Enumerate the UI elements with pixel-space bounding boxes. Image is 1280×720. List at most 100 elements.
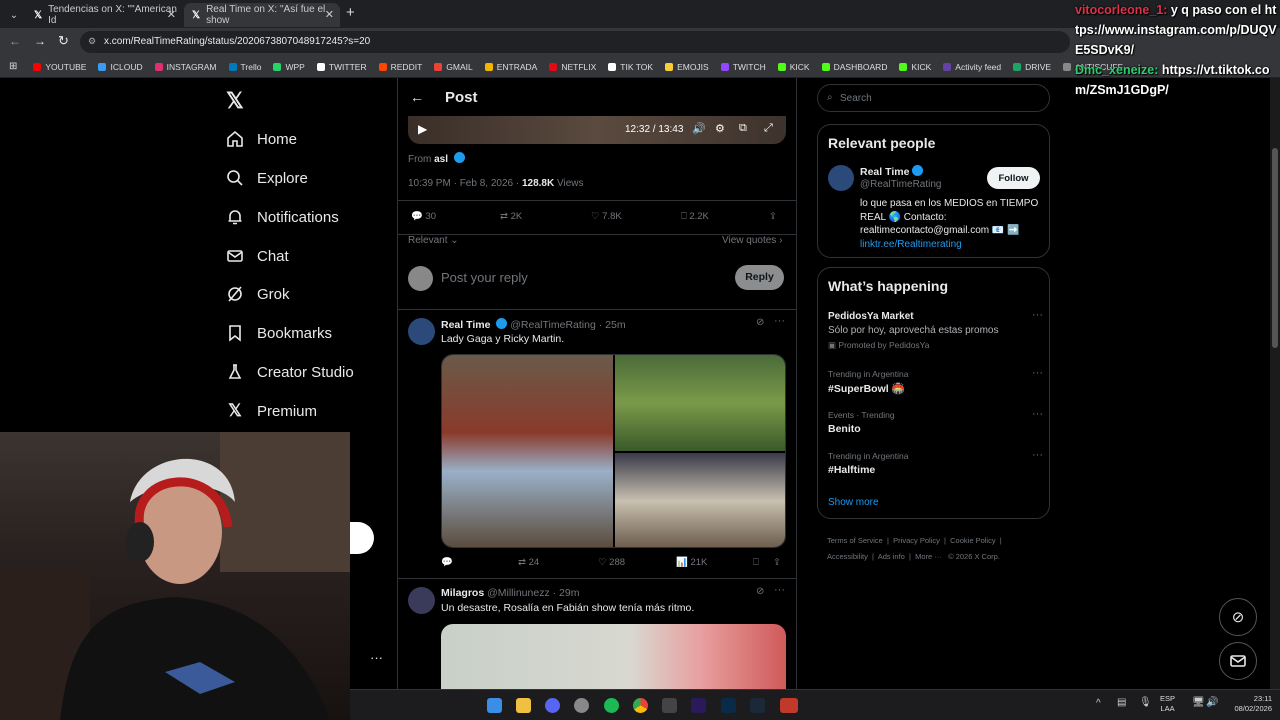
share-icon[interactable]: ⇪: [769, 211, 777, 222]
media-image[interactable]: [615, 453, 785, 547]
media-image[interactable]: [441, 624, 786, 690]
scroll-handle[interactable]: [350, 522, 374, 554]
show-more-link[interactable]: Show more: [828, 497, 879, 508]
nav-home[interactable]: Home: [226, 128, 297, 150]
reload-icon[interactable]: ↻: [58, 33, 69, 49]
nav-bookmarks[interactable]: Bookmarks: [226, 322, 332, 344]
bookmark-item[interactable]: TWITCH: [720, 62, 766, 72]
bookmark-item[interactable]: INSTAGRAM: [154, 62, 217, 72]
site-info-icon[interactable]: ⚙: [88, 36, 96, 47]
like-action[interactable]: ♡ 7.8K: [591, 211, 622, 222]
forward-icon[interactable]: →: [34, 34, 46, 48]
nav-premium[interactable]: 𝕏 Premium: [226, 400, 317, 422]
more-icon[interactable]: ···: [1032, 408, 1043, 420]
network-icon[interactable]: 🖥: [1192, 697, 1205, 708]
reply-button[interactable]: Reply: [735, 265, 784, 290]
browser-tab[interactable]: 𝕏 Tendencias on X: ""American Id ✕: [26, 3, 182, 27]
bookmark-item[interactable]: KICK: [899, 62, 931, 72]
bookmark-item[interactable]: EMOJIS: [665, 62, 709, 72]
language-indicator[interactable]: ESP LAA: [1160, 694, 1175, 714]
play-icon[interactable]: ▶: [418, 122, 427, 136]
scrollbar[interactable]: [1270, 78, 1280, 689]
bookmark-item[interactable]: KICK: [777, 62, 810, 72]
bookmark-item[interactable]: TIK TOK: [608, 62, 653, 72]
bookmark-action[interactable]: ⎕ 2.2K: [681, 211, 709, 222]
volume-icon[interactable]: 🔊: [1206, 697, 1218, 708]
file-explorer-icon[interactable]: [516, 698, 531, 713]
fullscreen-icon[interactable]: ⤢: [764, 122, 773, 135]
reply-input[interactable]: Post your reply: [441, 270, 528, 285]
sort-relevant[interactable]: Relevant ⌄: [408, 235, 459, 246]
grok-fab[interactable]: ⊘: [1219, 598, 1257, 636]
obs-icon[interactable]: [574, 698, 589, 713]
more-options-icon[interactable]: ···: [370, 650, 383, 665]
app-icon[interactable]: [780, 698, 798, 713]
more-icon[interactable]: ···: [1032, 367, 1043, 379]
repost-action[interactable]: ⇄ 2K: [500, 211, 522, 222]
share-icon[interactable]: ⇪: [773, 557, 781, 568]
avatar[interactable]: [828, 165, 854, 191]
url-field[interactable]: ⚙ x.com/RealTimeRating/status/2020673807…: [80, 31, 1070, 53]
author-name[interactable]: Milagros: [441, 587, 484, 599]
video-player[interactable]: ▶ 12:32 / 13:43 🔊 ⚙ ⧉ ⤢: [408, 116, 786, 144]
search-input[interactable]: ⌕ Search: [817, 84, 1050, 112]
reply-action[interactable]: 💬 30: [411, 211, 436, 222]
media-image[interactable]: [615, 355, 785, 451]
author-handle[interactable]: @Millinunezz · 29m: [487, 587, 579, 599]
tab-close-icon[interactable]: ✕: [167, 8, 176, 21]
x-logo-icon[interactable]: 𝕏: [226, 88, 244, 114]
back-arrow-icon[interactable]: ←: [410, 89, 424, 105]
nav-notifications[interactable]: Notifications: [226, 206, 339, 228]
bookmark-item[interactable]: REDDIT: [378, 62, 422, 72]
bookmark-item[interactable]: DASHBOARD: [821, 62, 887, 72]
bookmark-item[interactable]: YOUTUBE: [33, 62, 86, 72]
clock[interactable]: 23:11 08/02/2026: [1220, 694, 1272, 714]
nav-grok[interactable]: Grok: [226, 283, 290, 305]
nav-explore[interactable]: Explore: [226, 167, 308, 189]
messages-fab[interactable]: [1219, 642, 1257, 680]
trend-item[interactable]: Events · Trending Benito ···: [828, 408, 1043, 435]
media-image[interactable]: [442, 355, 613, 547]
chrome-icon[interactable]: [633, 698, 648, 713]
trend-item[interactable]: PedidosYa Market Sólo por hoy, aprovechá…: [828, 309, 1043, 351]
media-grid[interactable]: [441, 354, 786, 548]
tab-list-button[interactable]: ⌄: [4, 3, 24, 27]
discord-icon[interactable]: [545, 698, 560, 713]
spotify-icon[interactable]: [604, 698, 619, 713]
tray-chevron-icon[interactable]: ^: [1096, 698, 1101, 709]
bookmark-icon[interactable]: ⎕: [753, 557, 759, 568]
bio-link[interactable]: linktr.ee/Realtimerating: [860, 238, 1038, 252]
back-icon[interactable]: ←: [9, 34, 21, 48]
post-time[interactable]: 10:39 PM · Feb 8, 2026 ·: [408, 178, 519, 189]
nav-creator-studio[interactable]: Creator Studio: [226, 361, 354, 383]
from-user[interactable]: asl: [434, 154, 448, 165]
avatar[interactable]: [408, 318, 435, 345]
bookmark-item[interactable]: NETFLIX: [549, 62, 596, 72]
premiere-icon[interactable]: [691, 698, 706, 713]
bookmark-item[interactable]: GMAIL: [434, 62, 473, 72]
repost-action[interactable]: ⇄ 24: [518, 557, 539, 568]
tray-app-icon[interactable]: ▤: [1117, 697, 1126, 708]
pip-icon[interactable]: ⧉: [739, 122, 747, 135]
app-icon[interactable]: [662, 698, 677, 713]
author-name[interactable]: Real Time: [441, 319, 490, 331]
author-handle[interactable]: @RealTimeRating · 25m: [510, 319, 625, 331]
trend-item[interactable]: Trending in Argentina #Halftime ···: [828, 449, 1043, 476]
bookmark-item[interactable]: Trello: [228, 62, 261, 72]
settings-icon[interactable]: ⚙: [715, 122, 725, 135]
trend-item[interactable]: Trending in Argentina #SuperBowl 🏟️ ···: [828, 367, 1043, 395]
steam-icon[interactable]: [750, 698, 765, 713]
more-icon[interactable]: ···: [774, 315, 785, 327]
grok-icon[interactable]: ⊘: [756, 317, 764, 328]
microphone-icon[interactable]: 🎙: [1139, 697, 1152, 708]
apps-grid-icon[interactable]: ⊞: [9, 61, 17, 72]
start-icon[interactable]: [487, 698, 502, 713]
tab-close-icon[interactable]: ✕: [325, 8, 334, 21]
reply-icon[interactable]: 💬: [441, 557, 453, 568]
more-icon[interactable]: ···: [1032, 449, 1043, 461]
bookmark-item[interactable]: ICLOUD: [98, 62, 143, 72]
bookmark-item[interactable]: WPP: [273, 62, 305, 72]
like-action[interactable]: ♡ 288: [598, 557, 625, 568]
person-name[interactable]: Real Time: [860, 165, 924, 178]
photoshop-icon[interactable]: [721, 698, 736, 713]
